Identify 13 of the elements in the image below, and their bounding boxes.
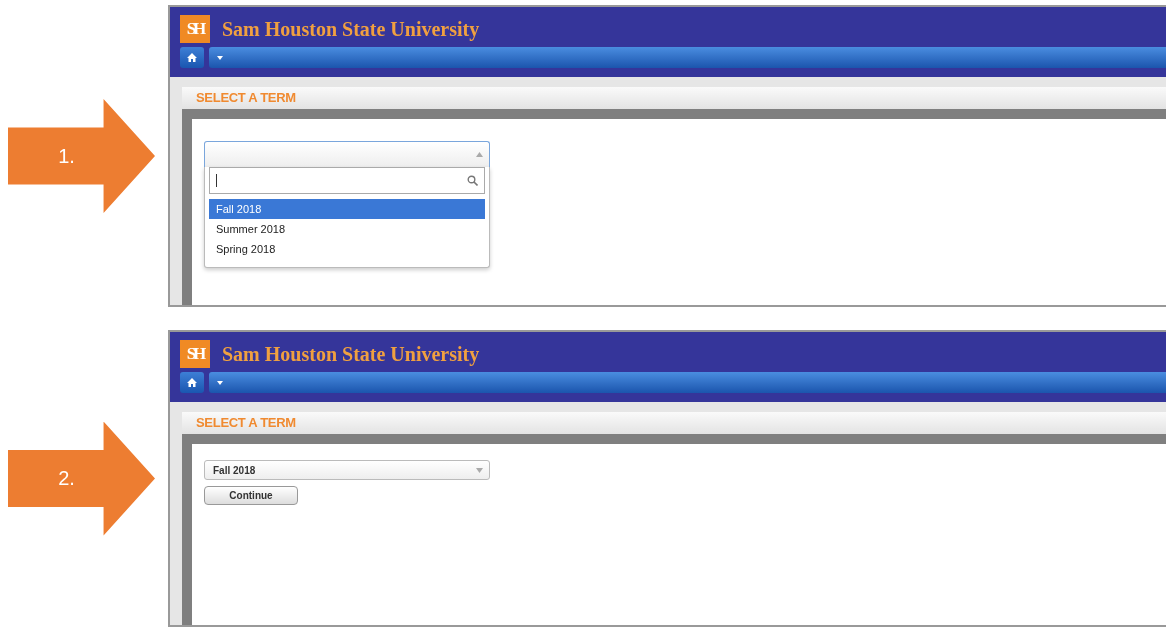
dropdown-option[interactable]: Spring 2018: [209, 239, 485, 259]
logo: SH: [180, 15, 210, 43]
university-name: Sam Houston State University: [222, 17, 480, 41]
university-name: Sam Houston State University: [222, 342, 480, 366]
section-heading: SELECT A TERM: [182, 87, 1166, 119]
term-dropdown[interactable]: Fall 2018: [204, 460, 490, 480]
step-number: 2.: [58, 467, 75, 490]
step-number: 1.: [58, 144, 75, 168]
dropdown-option[interactable]: Fall 2018: [209, 199, 485, 219]
section-heading: SELECT A TERM: [182, 412, 1166, 444]
continue-button[interactable]: Continue: [204, 486, 298, 505]
logo: SH: [180, 340, 210, 368]
dropdown-option[interactable]: Summer 2018: [209, 219, 485, 239]
